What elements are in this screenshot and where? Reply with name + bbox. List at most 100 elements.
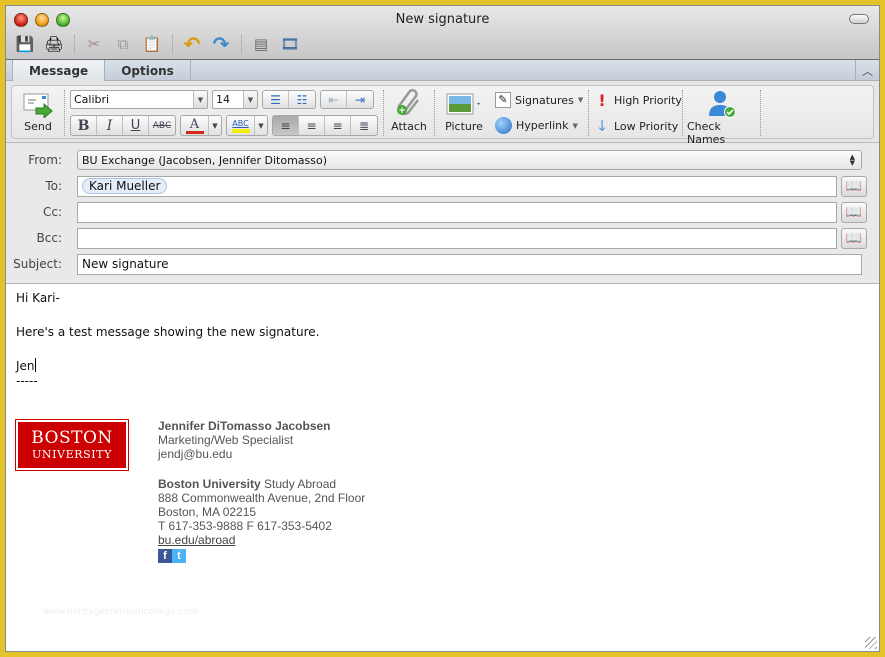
- signature-address-2: Boston, MA 02215: [158, 505, 257, 519]
- cut-button[interactable]: ✂: [83, 34, 105, 54]
- font-size-select[interactable]: 14 ▼: [212, 90, 258, 109]
- globe-link-icon: [495, 117, 512, 134]
- separator: [64, 90, 65, 136]
- signatures-button[interactable]: ✎ Signatures ▼: [495, 92, 583, 108]
- bullet-list-icon: ☰: [270, 92, 281, 107]
- font-color-button[interactable]: A: [181, 116, 209, 135]
- align-left-icon: ≡: [280, 118, 291, 133]
- separator: [588, 90, 589, 136]
- align-center-button[interactable]: ≡: [299, 116, 325, 135]
- to-address-book-button[interactable]: 📖: [841, 175, 867, 197]
- signature-email: jendj@bu.edu: [158, 447, 233, 461]
- high-priority-button[interactable]: ! High Priority: [594, 91, 682, 110]
- highlight-button[interactable]: ABC: [227, 116, 255, 135]
- send-button[interactable]: Send: [18, 88, 58, 133]
- font-name-select[interactable]: Calibri ▼: [70, 90, 208, 109]
- increase-indent-button[interactable]: ⇥: [347, 91, 373, 108]
- attach-button[interactable]: + Attach: [390, 88, 428, 133]
- to-field[interactable]: Kari Mueller: [77, 175, 837, 197]
- underline-button[interactable]: U: [123, 116, 149, 135]
- bullets-button[interactable]: ☰: [263, 91, 289, 108]
- separator-line: -----: [16, 374, 38, 388]
- dropdown-arrow-icon: ▼: [193, 91, 207, 108]
- svg-text:+: +: [398, 106, 406, 116]
- bold-button[interactable]: B: [71, 116, 97, 135]
- recipient-token[interactable]: Kari Mueller: [82, 178, 168, 194]
- bcc-address-book-button[interactable]: 📖: [841, 227, 867, 249]
- send-icon: [22, 88, 54, 120]
- message-line: Here's a test message showing the new si…: [16, 325, 320, 339]
- bcc-field[interactable]: [77, 227, 837, 249]
- picture-button[interactable]: Picture: [444, 88, 484, 133]
- align-center-icon: ≡: [306, 118, 317, 133]
- separator: [383, 90, 384, 136]
- justify-button[interactable]: ≣: [351, 116, 377, 135]
- check-names-button[interactable]: Check Names: [687, 88, 757, 146]
- text-style-buttons: B I U ABC: [70, 115, 176, 136]
- resize-grip[interactable]: [865, 637, 877, 649]
- font-name-value: Calibri: [74, 93, 110, 106]
- signature-link[interactable]: bu.edu/abroad: [158, 533, 235, 547]
- justify-icon: ≣: [358, 118, 370, 133]
- window-title: New signature: [395, 12, 490, 27]
- facebook-icon[interactable]: f: [158, 549, 172, 563]
- twitter-icon[interactable]: t: [172, 549, 186, 563]
- signature-name: Jennifer DiTomasso Jacobsen: [158, 419, 331, 433]
- title-bar: New signature 💾 🖨 ✂ ⧉ 📋 ↶ ↷ ▤ 🎞: [6, 6, 879, 60]
- print-button[interactable]: 🖨: [43, 34, 65, 54]
- floppy-icon: 💾: [15, 35, 35, 53]
- text-caret: [34, 358, 36, 372]
- numbering-button[interactable]: ☷: [289, 91, 315, 108]
- templates-button[interactable]: ▤: [250, 34, 272, 54]
- signature-org: Boston University Study Abroad: [158, 477, 365, 491]
- email-signature: BOSTON UNIVERSITY Jennifer DiTomasso Jac…: [15, 419, 365, 563]
- align-left-button[interactable]: ≡: [273, 116, 299, 135]
- from-value: BU Exchange (Jacobsen, Jennifer Ditomass…: [82, 153, 328, 167]
- copy-button[interactable]: ⧉: [112, 34, 134, 54]
- font-color-control: A ▼: [180, 115, 222, 136]
- dropdown-arrow-icon: ▼: [577, 96, 584, 104]
- decrease-indent-button[interactable]: ⇤: [321, 91, 347, 108]
- toolbar-toggle-button[interactable]: [849, 14, 869, 24]
- highlight-swatch: [231, 128, 250, 133]
- media-browser-button[interactable]: 🎞: [279, 34, 301, 54]
- cc-address-book-button[interactable]: 📖: [841, 201, 867, 223]
- redo-button[interactable]: ↷: [210, 32, 232, 56]
- highlight-dropdown[interactable]: ▼: [255, 116, 267, 135]
- quick-toolbar: 💾 🖨 ✂ ⧉ 📋 ↶ ↷ ▤ 🎞: [14, 32, 308, 56]
- compose-window: New signature 💾 🖨 ✂ ⧉ 📋 ↶ ↷ ▤ 🎞 Message …: [5, 5, 880, 652]
- align-right-button[interactable]: ≡: [325, 116, 351, 135]
- from-select[interactable]: BU Exchange (Jacobsen, Jennifer Ditomass…: [77, 150, 862, 170]
- font-size-value: 14: [216, 93, 230, 106]
- address-book-icon: 📖: [845, 204, 863, 220]
- down-arrow-icon: ↓: [595, 117, 609, 135]
- person-check-icon: [706, 88, 738, 120]
- collapse-ribbon-button[interactable]: ︿: [855, 60, 879, 81]
- separator: [172, 35, 173, 53]
- message-header: From: BU Exchange (Jacobsen, Jennifer Di…: [6, 143, 879, 284]
- tab-message[interactable]: Message: [12, 60, 106, 81]
- italic-button[interactable]: I: [97, 116, 123, 135]
- media-icon: 🎞: [280, 35, 300, 53]
- paste-button[interactable]: 📋: [141, 34, 163, 54]
- low-priority-button[interactable]: ↓ Low Priority: [594, 117, 679, 135]
- picture-icon: [445, 88, 483, 120]
- picture-label: Picture: [445, 120, 483, 133]
- subject-field[interactable]: New signature: [77, 253, 862, 275]
- undo-button[interactable]: ↶: [181, 32, 203, 56]
- separator: [434, 90, 435, 136]
- exclamation-icon: !: [598, 91, 606, 110]
- save-button[interactable]: 💾: [14, 34, 36, 54]
- cc-field[interactable]: [77, 201, 837, 223]
- font-color-dropdown[interactable]: ▼: [209, 116, 221, 135]
- to-label: To:: [45, 179, 62, 193]
- tab-options[interactable]: Options: [105, 60, 191, 81]
- font-color-icon: A: [189, 116, 200, 132]
- strikethrough-button[interactable]: ABC: [149, 116, 175, 135]
- message-body[interactable]: Hi Kari- Here's a test message showing t…: [6, 284, 879, 651]
- signature-title: Marketing/Web Specialist: [158, 433, 294, 447]
- logo-line-1: BOSTON: [31, 427, 113, 448]
- signature-pen-icon: ✎: [495, 92, 511, 108]
- signoff-line: Jen: [16, 358, 869, 375]
- hyperlink-button[interactable]: Hyperlink ▼: [495, 117, 578, 134]
